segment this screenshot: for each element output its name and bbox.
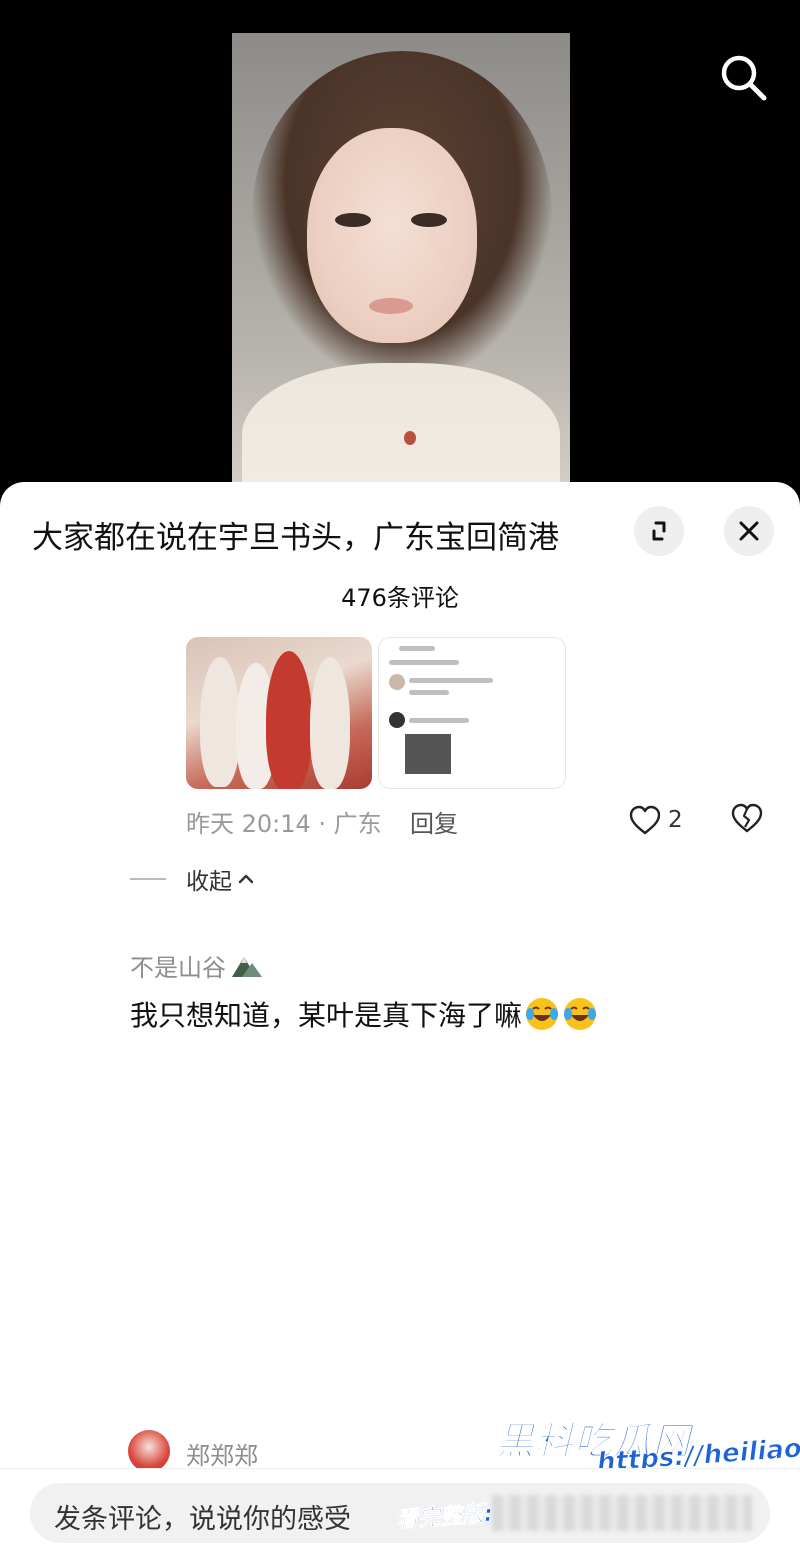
laughing-tears-emoji-icon xyxy=(526,998,559,1030)
username-text: 不是山谷 xyxy=(130,954,226,982)
collapse-label: 收起 xyxy=(186,869,232,895)
search-icon xyxy=(721,55,767,101)
comment-input-placeholder: 发条评论，说说你的感受 xyxy=(54,1504,351,1535)
lips xyxy=(369,298,413,314)
screenshot-line xyxy=(389,660,459,665)
comment-input-bar: 发条评论，说说你的感受 看完整版: xyxy=(0,1468,800,1555)
comment-text-content: 我只想知道，某叶是真下海了嘛 xyxy=(130,999,523,1032)
sheet-title: 大家都在说在宇旦书头，广东宝回简港 xyxy=(32,520,559,556)
comment-username[interactable]: 不是山谷 xyxy=(130,948,264,983)
photo-figure xyxy=(266,651,312,789)
like-count: 2 xyxy=(668,807,683,833)
video-frame[interactable] xyxy=(232,33,570,500)
avatar[interactable] xyxy=(128,1430,170,1472)
screenshot-line xyxy=(409,690,449,695)
pendant xyxy=(404,431,416,445)
heart-icon xyxy=(629,805,661,835)
collapse-replies-button[interactable]: 收起 xyxy=(130,862,256,896)
search-button[interactable] xyxy=(716,50,772,106)
face-shape xyxy=(307,128,477,343)
screenshot-avatar xyxy=(389,674,405,690)
photo-figure xyxy=(310,657,350,789)
close-icon xyxy=(739,521,759,541)
watermark-prefix: 看完整版: xyxy=(395,1501,494,1534)
photo-figure xyxy=(200,657,240,787)
dislike-button[interactable] xyxy=(730,802,764,838)
screenshot-image xyxy=(405,734,451,774)
laughing-tears-emoji-icon xyxy=(564,998,597,1030)
divider xyxy=(130,878,166,880)
screenshot-avatar xyxy=(389,712,405,728)
comment-input[interactable]: 发条评论，说说你的感受 看完整版: xyxy=(30,1483,770,1543)
video-area[interactable] xyxy=(0,0,800,500)
comment-image-photo[interactable] xyxy=(186,637,372,789)
eye-right xyxy=(411,213,447,227)
screenshot-line xyxy=(399,646,435,651)
screenshot-line xyxy=(409,718,469,723)
like-button[interactable]: 2 xyxy=(628,802,683,838)
expand-icon xyxy=(652,521,666,541)
comment-image-screenshot[interactable] xyxy=(378,637,566,789)
broken-heart-icon xyxy=(731,803,763,833)
chevron-up-icon xyxy=(238,874,254,884)
comment-text: 我只想知道，某叶是真下海了嘛 xyxy=(130,994,598,1034)
mountain-icon xyxy=(232,956,262,977)
reply-button[interactable]: 回复 xyxy=(410,804,458,839)
close-button[interactable] xyxy=(724,506,774,556)
comment-time-location: 昨天 20:14 · 广东 xyxy=(186,810,382,838)
screenshot-line xyxy=(409,678,493,683)
comment-count: 476条评论 xyxy=(341,584,459,612)
clothing-shape xyxy=(242,363,560,500)
expand-button[interactable] xyxy=(634,506,684,556)
blurred-area xyxy=(492,1495,752,1531)
comment-username[interactable]: 郑郑郑 xyxy=(186,1436,258,1471)
comments-sheet: 大家都在说在宇旦书头，广东宝回简港 476条评论 昨天 20:14 · 广东 回… xyxy=(0,482,800,1555)
eye-left xyxy=(335,213,371,227)
